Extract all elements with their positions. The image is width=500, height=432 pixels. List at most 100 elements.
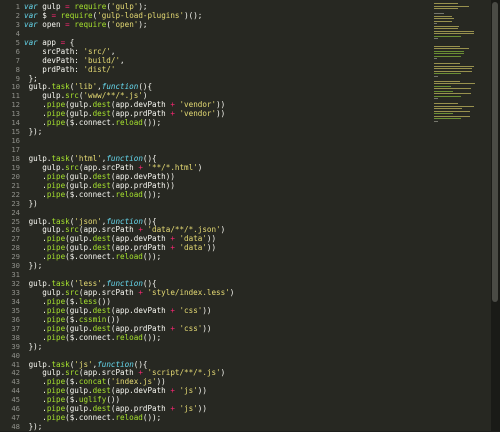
code-token: (gulp.	[65, 234, 93, 244]
code-token: var	[24, 2, 38, 11]
code-token: 'vendor'	[179, 109, 217, 119]
code-token: (){	[138, 82, 153, 92]
code-token: 'html'	[74, 153, 102, 163]
code-token: reload	[115, 413, 143, 423]
code-token: {	[65, 37, 75, 47]
code-token: pipe	[46, 100, 66, 110]
code-line[interactable]: .pipe($.connect.reload());	[24, 118, 432, 128]
code-token: gulp	[37, 2, 66, 11]
code-line[interactable]	[24, 137, 432, 146]
code-token: src	[65, 368, 79, 378]
minimap-line	[434, 73, 461, 75]
minimap-line	[434, 98, 438, 100]
code-token: });	[24, 127, 43, 137]
code-token: (app.srcPath	[78, 288, 139, 297]
code-token: pipe	[46, 252, 66, 262]
code-line[interactable]: })	[24, 199, 432, 209]
code-line[interactable]: });	[24, 261, 432, 271]
code-token: ($.connect.	[65, 189, 116, 199]
code-token: 'data'	[179, 234, 207, 244]
code-token: 'gulp'	[110, 2, 139, 11]
code-token: .	[24, 118, 47, 128]
code-token: .	[24, 314, 47, 324]
code-token: prdPath:	[24, 64, 84, 74]
code-token: 'less'	[74, 279, 102, 289]
minimap-line	[434, 83, 476, 85]
minimap-line	[434, 113, 453, 115]
code-token: 'css'	[179, 323, 203, 333]
code-token: ))	[216, 109, 226, 119]
minimap-line	[434, 65, 474, 67]
code-editor[interactable]: 1 2 3 4 5 6 7 8 9 10 11 12 13 14 15 16 17 18 19 20 21 22 23 24 2…	[0, 0, 500, 431]
minimap-line	[434, 110, 470, 112]
code-token: ());	[142, 189, 162, 199]
line-number: 6	[15, 46, 20, 56]
code-token: dest	[92, 234, 111, 244]
code-token: dest	[92, 404, 111, 414]
minimap-line	[434, 108, 462, 110]
code-line[interactable]	[24, 30, 432, 39]
code-line[interactable]: });	[24, 341, 432, 352]
minimap[interactable]	[432, 0, 490, 431]
minimap-line	[434, 38, 438, 40]
code-token: pipe	[46, 109, 66, 119]
minimap-line	[434, 55, 461, 57]
code-token: 'data/**/*.json'	[147, 225, 221, 235]
code-token: src	[65, 162, 79, 172]
code-token: (app.srcPath	[78, 368, 139, 378]
code-token: function	[106, 216, 143, 226]
minimap-line	[434, 85, 452, 87]
code-token: ))	[202, 323, 212, 333]
code-token: reload	[115, 118, 143, 128]
code-token: app	[37, 37, 61, 47]
code-token: concat	[78, 377, 107, 387]
code-token: pipe	[46, 404, 66, 414]
minimap-line	[434, 118, 461, 120]
code-token: (){	[142, 153, 157, 163]
code-line[interactable]: .pipe($.connect.reload());	[24, 189, 432, 200]
minimap-line	[434, 30, 474, 32]
minimap-line	[434, 95, 461, 97]
code-token: src	[65, 288, 79, 297]
code-token: .	[24, 109, 47, 119]
minimap-line	[434, 35, 461, 37]
code-token: pipe	[46, 296, 66, 306]
code-token: )	[229, 288, 235, 297]
code-line[interactable]: prdPath: 'dist/'	[24, 64, 432, 75]
code-line[interactable]: .pipe($.connect.reload());	[24, 252, 432, 262]
code-line[interactable]: });	[24, 127, 432, 137]
code-text-area[interactable]: var gulp = require('gulp'); var $ = requi…	[24, 0, 432, 431]
code-token: .	[24, 189, 47, 199]
code-token: });	[24, 341, 43, 351]
code-token: ))	[216, 100, 226, 110]
code-token: .	[24, 386, 47, 396]
code-token: .	[24, 180, 47, 190]
scrollbar-thumb[interactable]	[492, 2, 498, 302]
code-token: .	[24, 252, 47, 262]
code-line[interactable]: .pipe($.connect.reload());	[24, 333, 432, 343]
code-token: 'lib'	[74, 82, 98, 92]
code-line[interactable]: var open = require('open');	[24, 20, 432, 30]
code-token: });	[24, 422, 43, 431]
line-number: 1	[15, 2, 20, 11]
code-line[interactable]: .pipe($.connect.reload());	[24, 413, 432, 423]
code-token: dest	[92, 305, 111, 315]
code-token: function	[106, 153, 143, 163]
code-token: ());	[142, 252, 162, 262]
code-token: });	[24, 261, 43, 271]
code-token: ());	[142, 118, 162, 128]
code-token: task	[51, 279, 70, 289]
code-token: .	[24, 404, 47, 414]
code-token: (app.devPath))	[110, 171, 175, 181]
code-token: gulp.	[24, 162, 66, 172]
line-number: 7	[15, 55, 20, 65]
code-token: task	[51, 216, 70, 226]
code-token: ())	[106, 314, 121, 324]
code-token: function	[106, 279, 143, 289]
code-token: dest	[92, 386, 111, 396]
code-line[interactable]: });	[24, 422, 432, 431]
code-token: );	[138, 2, 148, 11]
code-token: 'json'	[74, 216, 102, 226]
code-token: less	[78, 296, 98, 306]
code-token: gulp.	[24, 91, 66, 101]
